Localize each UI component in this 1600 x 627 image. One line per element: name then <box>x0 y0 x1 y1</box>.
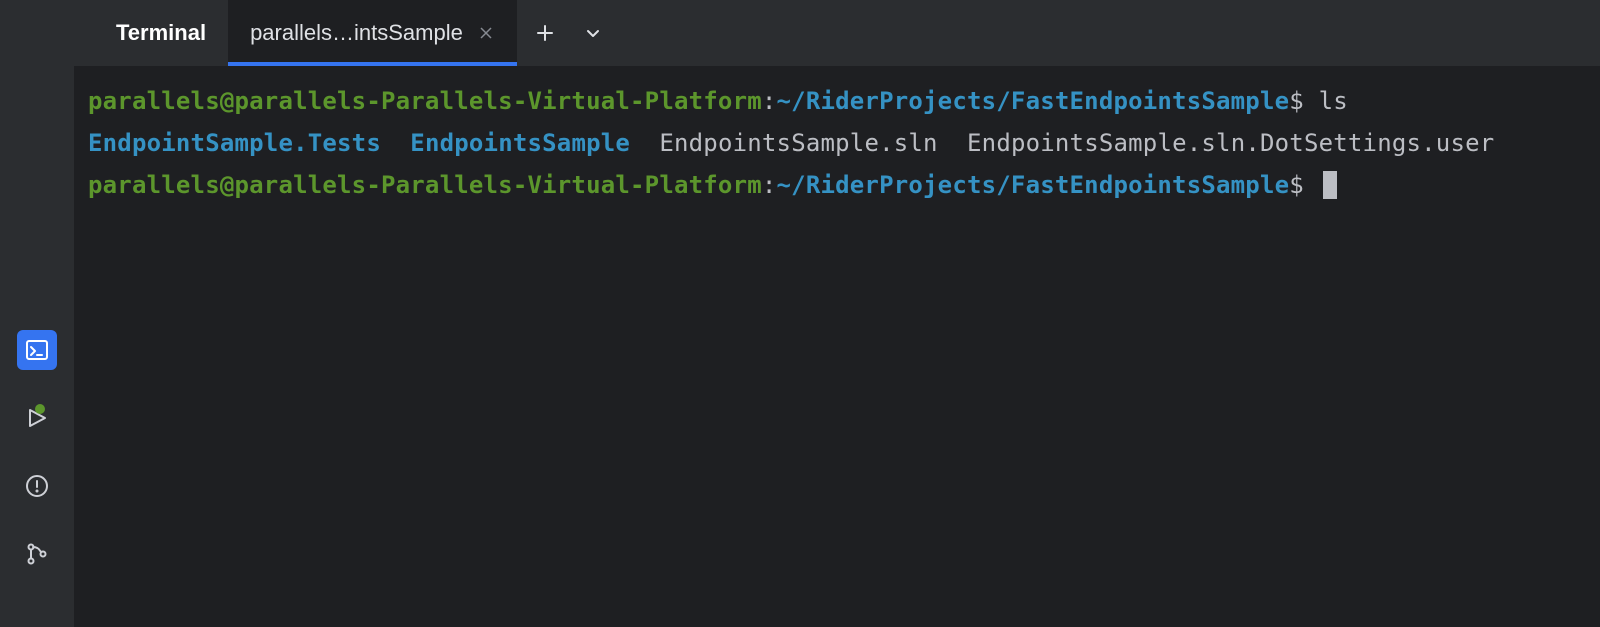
terminal-output[interactable]: parallels@parallels-Parallels-Virtual-Pl… <box>74 66 1600 627</box>
ls-entry-file: EndpointsSample.sln.DotSettings.user <box>967 129 1494 157</box>
prompt-user: parallels@parallels-Parallels-Virtual-Pl… <box>88 171 762 199</box>
terminal-session-label: parallels…intsSample <box>250 20 463 46</box>
terminal-panel: Terminal parallels…intsSample <box>74 0 1600 627</box>
ls-entry-file: EndpointsSample.sln <box>659 129 937 157</box>
terminal-title-label: Terminal <box>116 20 206 46</box>
run-tool-button[interactable] <box>17 398 57 438</box>
prompt-path: ~/RiderProjects/FastEndpointsSample <box>777 171 1290 199</box>
prompt-separator: : <box>762 171 777 199</box>
tool-window-sidebar <box>0 0 74 627</box>
problems-tool-button[interactable] <box>17 466 57 506</box>
ls-entry-dir: EndpointsSample <box>410 129 630 157</box>
prompt-separator: : <box>762 87 777 115</box>
terminal-options-dropdown[interactable] <box>573 13 613 53</box>
ls-entry-dir: EndpointSample.Tests <box>88 129 381 157</box>
run-indicator-dot <box>35 404 45 414</box>
close-icon[interactable] <box>477 24 495 42</box>
terminal-title-tab[interactable]: Terminal <box>94 0 228 66</box>
new-terminal-button[interactable] <box>525 13 565 53</box>
terminal-tool-button[interactable] <box>17 330 57 370</box>
prompt-dollar: $ <box>1289 171 1304 199</box>
terminal-tab-bar: Terminal parallels…intsSample <box>74 0 1600 66</box>
prompt-dollar: $ <box>1289 87 1304 115</box>
git-tool-button[interactable] <box>17 534 57 574</box>
terminal-session-tab[interactable]: parallels…intsSample <box>228 0 517 66</box>
prompt-user: parallels@parallels-Parallels-Virtual-Pl… <box>88 87 762 115</box>
prompt-path: ~/RiderProjects/FastEndpointsSample <box>777 87 1290 115</box>
command-text: ls <box>1319 87 1348 115</box>
terminal-cursor <box>1323 171 1337 199</box>
terminal-tab-actions <box>525 13 613 53</box>
